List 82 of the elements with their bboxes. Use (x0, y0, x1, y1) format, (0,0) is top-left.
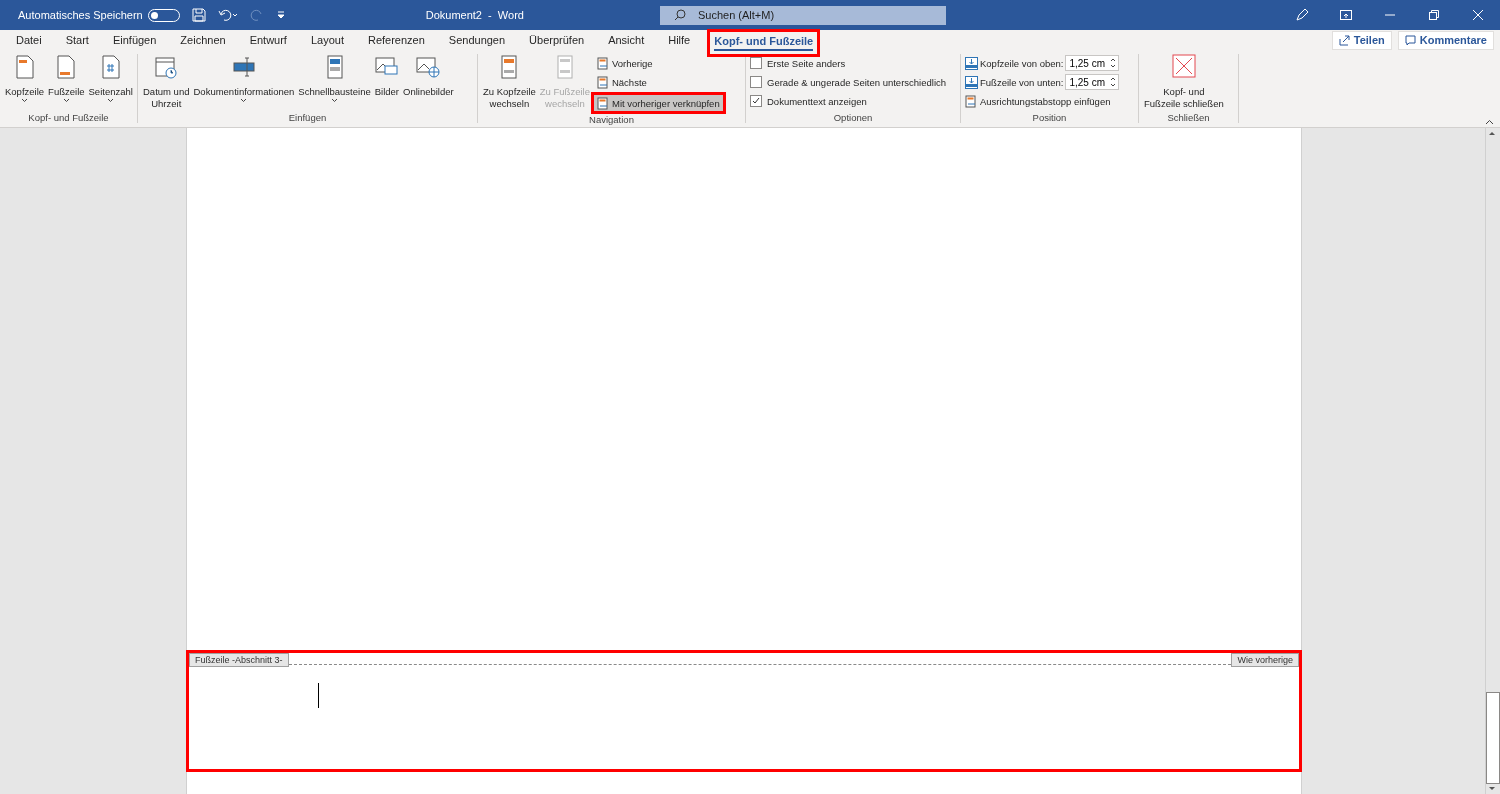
ribbon-tab[interactable]: Layout (303, 30, 351, 50)
ribbon-button[interactable]: Onlinebilder (402, 54, 455, 112)
margin-icon (965, 56, 978, 70)
ribbon-tab[interactable]: Überprüfen (522, 30, 592, 50)
ribbon-button[interactable]: Fußzeile (47, 54, 86, 112)
margin-icon (965, 75, 978, 89)
share-button[interactable]: Teilen (1331, 30, 1392, 50)
window-title: Dokument2 - Word (425, 9, 524, 21)
link-icon (596, 96, 609, 110)
ribbon-button[interactable]: Kopfzeile (4, 54, 46, 112)
close-icon (1171, 54, 1196, 80)
autosave-label: Automatisches Speichern (18, 9, 143, 21)
ribbon-tab[interactable]: Hilfe (661, 30, 698, 50)
ribbon-tab[interactable]: Datei (9, 30, 49, 50)
ribbon-button[interactable]: Datum und Uhrzeit (142, 54, 191, 112)
group-label: Optionen (833, 112, 873, 123)
ribbon-button[interactable]: Mit vorheriger verknüpfen (590, 92, 726, 114)
checkbox-label: Erste Seite anders (767, 57, 846, 69)
link-tag: Wie vorherige (1231, 653, 1299, 667)
spin-arrows-icon[interactable] (1110, 76, 1117, 88)
caret-icon (62, 98, 70, 103)
group-label: Navigation (589, 114, 634, 125)
ribbon-tab[interactable]: Start (58, 30, 96, 50)
ribbon-tab[interactable]: Ansicht (601, 30, 652, 50)
search-icon (673, 9, 686, 21)
ribbon-button[interactable]: Bilder (373, 54, 400, 112)
comments-button[interactable]: Kommentare (1397, 30, 1494, 50)
undo-icon[interactable] (217, 8, 238, 22)
ribbon-button[interactable]: Kopf- und Fußzeile schließen (1143, 54, 1225, 112)
ribbon-button[interactable]: Ausrichtungstabstopp einfügen (959, 92, 1120, 110)
collapse-ribbon-icon[interactable] (1485, 119, 1494, 125)
ribbon-button[interactable]: Schnellbausteine (297, 54, 372, 112)
scrollbar[interactable] (1485, 128, 1500, 794)
checkbox-label: Gerade & ungerade Seiten unterschiedlich (767, 76, 947, 88)
ribbon-tab[interactable]: Entwurf (242, 30, 294, 50)
caret-icon (21, 98, 29, 103)
checkbox[interactable] (750, 57, 762, 69)
checkbox-label: Dokumenttext anzeigen (767, 95, 867, 107)
ribbon-tab[interactable]: Sendungen (441, 30, 513, 50)
caret-icon (240, 98, 248, 103)
check-icon (752, 97, 760, 105)
search-field[interactable]: Suchen (Alt+M) (659, 5, 946, 25)
document-property-icon (231, 54, 256, 80)
save-icon[interactable] (191, 8, 206, 22)
restore-icon[interactable] (1429, 10, 1439, 20)
close-icon[interactable] (1473, 10, 1483, 20)
share-icon (1338, 34, 1350, 46)
ribbon-tab[interactable]: Kopf- und Fußzeile (707, 29, 821, 57)
pen-icon[interactable] (1295, 8, 1309, 22)
checkbox[interactable] (750, 95, 762, 107)
spin-arrows-icon[interactable] (1110, 57, 1117, 69)
field-label: Kopfzeile von oben: (980, 57, 1064, 69)
group-label: Schließen (1167, 112, 1210, 123)
group-label: Einfügen (288, 112, 327, 123)
group-label: Position (1032, 112, 1067, 123)
caret-icon (107, 98, 115, 103)
calendar-clock-icon (154, 54, 179, 80)
checkbox[interactable] (750, 76, 762, 88)
footer-area[interactable]: Fußzeile -Abschnitt 3- Wie vorherige (186, 650, 1302, 772)
scroll-thumb[interactable] (1486, 692, 1500, 784)
next-icon (596, 75, 609, 89)
ribbon-tab[interactable]: Referenzen (360, 30, 432, 50)
ribbon-button[interactable]: Zu Kopfzeile wechseln (482, 54, 537, 114)
ribbon-button[interactable]: Nächste (590, 73, 726, 91)
ribbon-button[interactable]: Seitenzahl (87, 54, 134, 112)
ribbon-tab[interactable]: Einfügen (105, 30, 164, 50)
tab-stop-icon (965, 94, 977, 108)
spin-field[interactable]: 1,25 cm (1065, 74, 1120, 90)
text-cursor (318, 683, 319, 708)
spin-field[interactable]: 1,25 cm (1065, 55, 1120, 71)
customize-toolbar-icon[interactable] (275, 10, 286, 20)
ribbon-button[interactable]: Vorherige (590, 54, 726, 72)
previous-icon (596, 56, 609, 70)
caret-icon (331, 98, 338, 103)
footer-tag: Fußzeile -Abschnitt 3- (189, 653, 289, 667)
field-label: Fußzeile von unten: (980, 76, 1064, 88)
ribbon-button[interactable]: Dokumentinformationen (192, 54, 296, 112)
comment-icon (1404, 34, 1416, 46)
online-pictures-icon (416, 54, 441, 80)
ribbon-display-icon[interactable] (1340, 10, 1352, 20)
group-label: Kopf- und Fußzeile (28, 112, 109, 123)
ribbon-tab[interactable]: Zeichnen (173, 30, 233, 50)
